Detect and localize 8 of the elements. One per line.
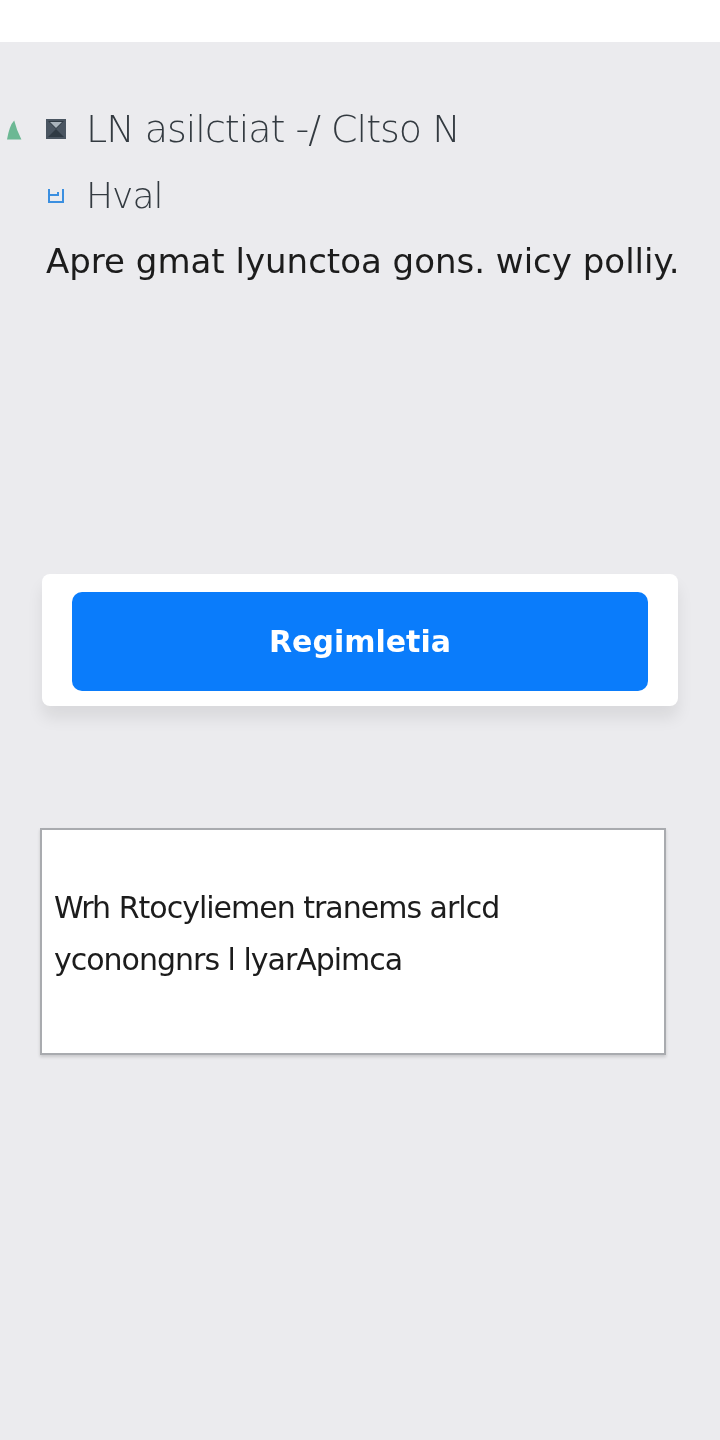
text-area[interactable]: Wrh Rtocyliemen tranems arlcd yconongnrs l lyarApimca — [40, 828, 666, 1055]
header-label: Hval — [86, 174, 163, 216]
hourglass-icon[interactable] — [46, 119, 66, 139]
text-area-value: Wrh Rtocyliemen tranems arlcd yconongnrs l lyarApimca — [54, 889, 501, 979]
leaf-icon — [4, 118, 22, 142]
primary-button[interactable]: Regimletia — [72, 592, 648, 691]
header-label: LN asilctiat -/ Cltso N — [86, 107, 460, 151]
description-text: Apre gmat lyunctoa gons. wicy polliy. — [46, 240, 680, 283]
